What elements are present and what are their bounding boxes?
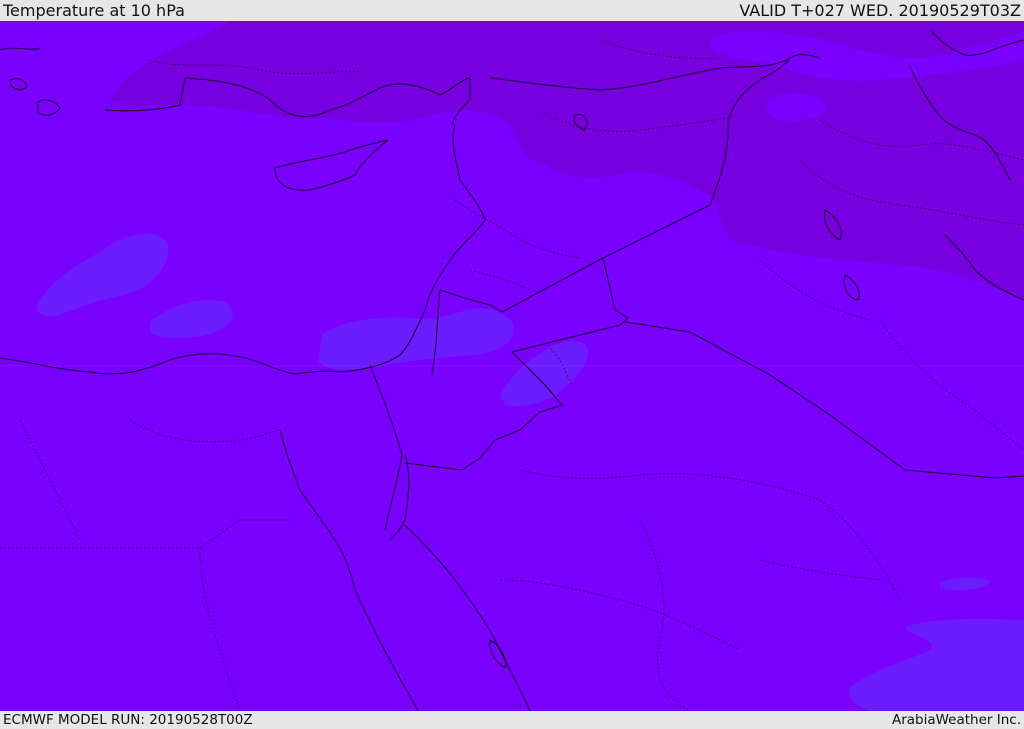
model-run: ECMWF MODEL RUN: 20190528T00Z (3, 712, 253, 728)
map-title: Temperature at 10 hPa (3, 1, 185, 20)
valid-time: VALID T+027 WED. 20190529T03Z (739, 1, 1021, 20)
credit: ArabiaWeather Inc. (891, 712, 1021, 728)
footer-bar: ECMWF MODEL RUN: 20190528T00Z ArabiaWeat… (0, 711, 1024, 729)
temperature-map[interactable] (0, 21, 1024, 711)
header-bar: Temperature at 10 hPa VALID T+027 WED. 2… (0, 0, 1024, 21)
